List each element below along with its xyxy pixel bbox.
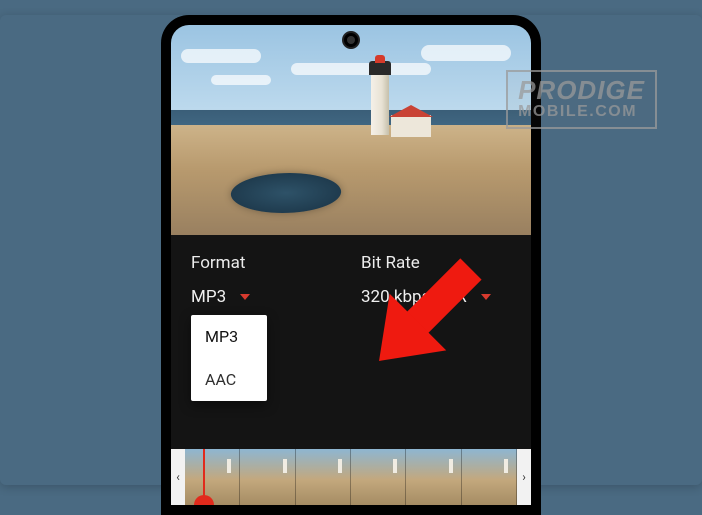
watermark-line1: PRODIGE [518,78,645,103]
canvas: Format MP3 MP3 AAC Bit Rate 320 kbps CBR [0,15,702,485]
bitrate-column: Bit Rate 320 kbps CBR [361,253,511,307]
phone-frame: Format MP3 MP3 AAC Bit Rate 320 kbps CBR [161,15,541,515]
bitrate-value: 320 kbps CBR [361,287,467,307]
export-controls: Format MP3 MP3 AAC Bit Rate 320 kbps CBR [171,235,531,317]
timeline-thumb[interactable] [351,449,406,505]
chevron-down-icon [240,294,250,300]
format-value: MP3 [191,287,226,307]
timeline-next-button[interactable]: › [517,449,531,505]
watermark: PRODIGE MOBILE.COM [506,70,657,129]
timeline: ‹ › [171,449,531,505]
timeline-thumb[interactable] [185,449,240,505]
bitrate-selector[interactable]: 320 kbps CBR [361,287,511,307]
format-dropdown: MP3 AAC [191,315,267,401]
timeline-prev-button[interactable]: ‹ [171,449,185,505]
timeline-strip[interactable] [185,449,517,505]
preview-clouds [171,45,531,105]
timeline-thumb[interactable] [462,449,517,505]
timeline-thumb[interactable] [240,449,295,505]
format-selector[interactable]: MP3 [191,287,341,307]
bitrate-label: Bit Rate [361,253,511,273]
format-column: Format MP3 MP3 AAC [191,253,341,307]
format-option-mp3[interactable]: MP3 [191,315,267,358]
preview-tidepool [227,173,344,213]
phone-screen: Format MP3 MP3 AAC Bit Rate 320 kbps CBR [171,25,531,505]
video-preview[interactable] [171,25,531,235]
format-option-aac[interactable]: AAC [191,358,267,401]
watermark-line2: MOBILE.COM [518,103,645,121]
preview-rocks [171,125,531,235]
camera-notch [342,31,360,49]
timeline-thumb[interactable] [296,449,351,505]
chevron-left-icon: ‹ [176,470,180,484]
chevron-right-icon: › [522,470,526,484]
timeline-thumb[interactable] [406,449,461,505]
chevron-down-icon [481,294,491,300]
format-label: Format [191,253,341,273]
preview-keeper-house [391,115,431,137]
preview-lighthouse [371,73,389,135]
timeline-playhead[interactable] [203,449,205,505]
